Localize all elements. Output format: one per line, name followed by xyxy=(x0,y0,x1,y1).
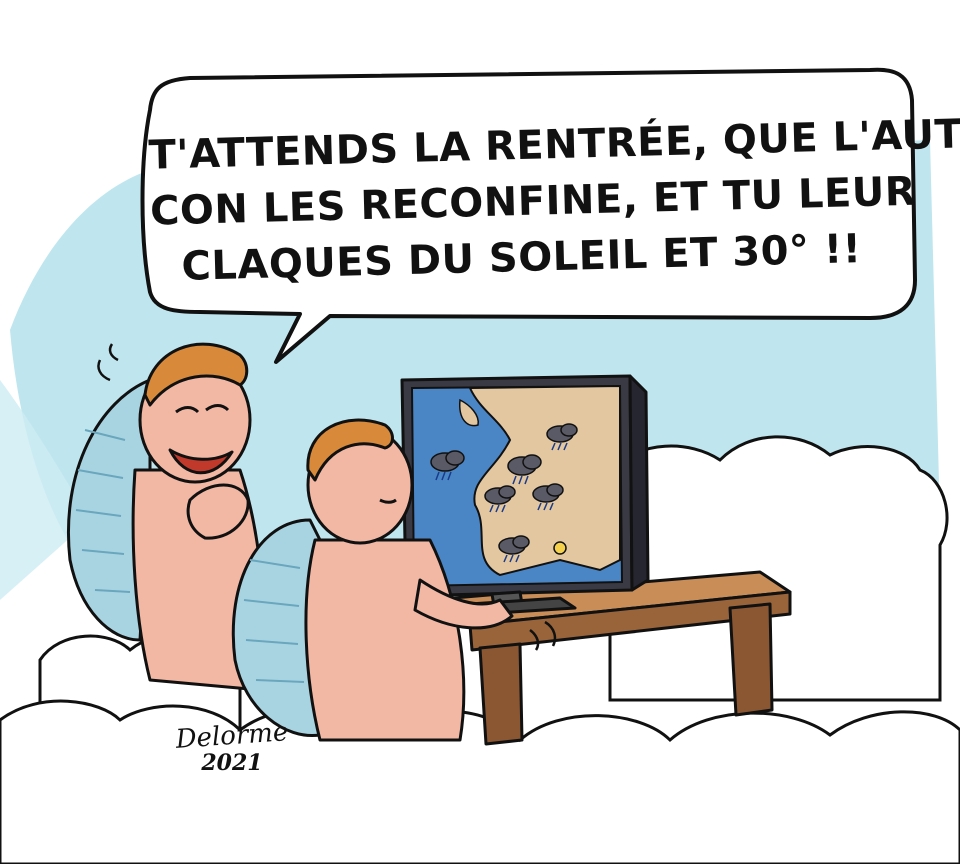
sun-icon xyxy=(553,541,567,555)
signature-name: Delorme xyxy=(174,717,290,755)
artist-signature: Delorme 2021 xyxy=(172,717,292,776)
angel-body-right xyxy=(304,538,466,742)
weather-map-screen xyxy=(410,384,624,588)
speech-bubble-text: T'ATTENDS LA RENTRÉE, QUE L'AUTRE CON LE… xyxy=(148,108,960,295)
